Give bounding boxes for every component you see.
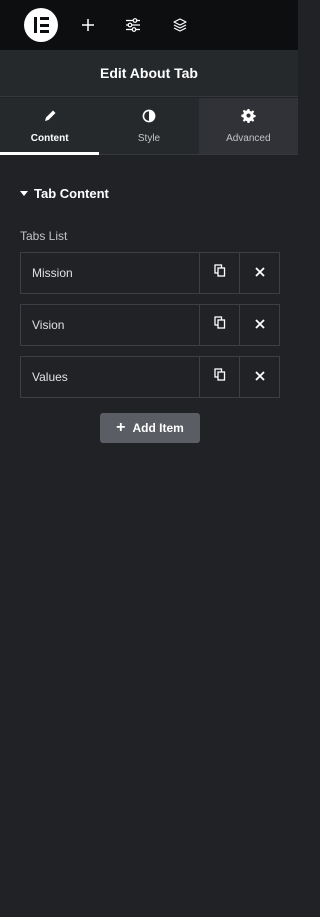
repeater-item: Values	[20, 356, 280, 398]
tab-advanced-label: Advanced	[226, 133, 271, 144]
plus-icon[interactable]	[77, 14, 99, 36]
layers-icon[interactable]	[169, 14, 191, 36]
repeater-item-title[interactable]: Mission	[21, 253, 199, 293]
repeater-item: Mission	[20, 252, 280, 294]
section-title: Tab Content	[34, 186, 109, 201]
panel-title: Edit About Tab	[100, 65, 198, 81]
tab-advanced[interactable]: Advanced	[198, 98, 298, 154]
duplicate-button[interactable]	[199, 253, 239, 293]
copy-icon	[213, 368, 226, 386]
remove-button[interactable]	[239, 253, 279, 293]
remove-button[interactable]	[239, 305, 279, 345]
active-tab-indicator	[0, 152, 100, 155]
add-item-label: Add Item	[132, 421, 184, 435]
repeater-label: Tabs List	[20, 229, 68, 243]
add-item-button[interactable]: + Add Item	[100, 413, 200, 443]
repeater-item-title[interactable]: Vision	[21, 305, 199, 345]
half-circle-icon	[142, 109, 156, 128]
duplicate-button[interactable]	[199, 357, 239, 397]
tab-content[interactable]: Content	[0, 98, 100, 155]
tab-content-label: Content	[30, 132, 69, 144]
pencil-icon	[43, 109, 57, 128]
section-toggle-tab-content[interactable]: Tab Content	[20, 186, 109, 201]
duplicate-button[interactable]	[199, 305, 239, 345]
elementor-logo-icon[interactable]	[24, 8, 58, 42]
remove-button[interactable]	[239, 357, 279, 397]
repeater-item-title[interactable]: Values	[21, 357, 199, 397]
close-icon	[254, 316, 265, 334]
gear-icon	[241, 108, 256, 128]
copy-icon	[213, 264, 226, 282]
repeater-item: Vision	[20, 304, 280, 346]
top-toolbar	[0, 0, 298, 50]
panel-tabs: Content Style Advanced	[0, 98, 298, 155]
close-icon	[254, 368, 265, 386]
tab-style-label: Style	[137, 132, 161, 144]
plus-icon: +	[116, 419, 126, 436]
tab-style[interactable]: Style	[99, 98, 199, 154]
caret-down-icon	[20, 191, 28, 196]
sliders-icon[interactable]	[122, 14, 144, 36]
copy-icon	[213, 316, 226, 334]
panel-header: Edit About Tab	[0, 50, 298, 97]
close-icon	[254, 264, 265, 282]
